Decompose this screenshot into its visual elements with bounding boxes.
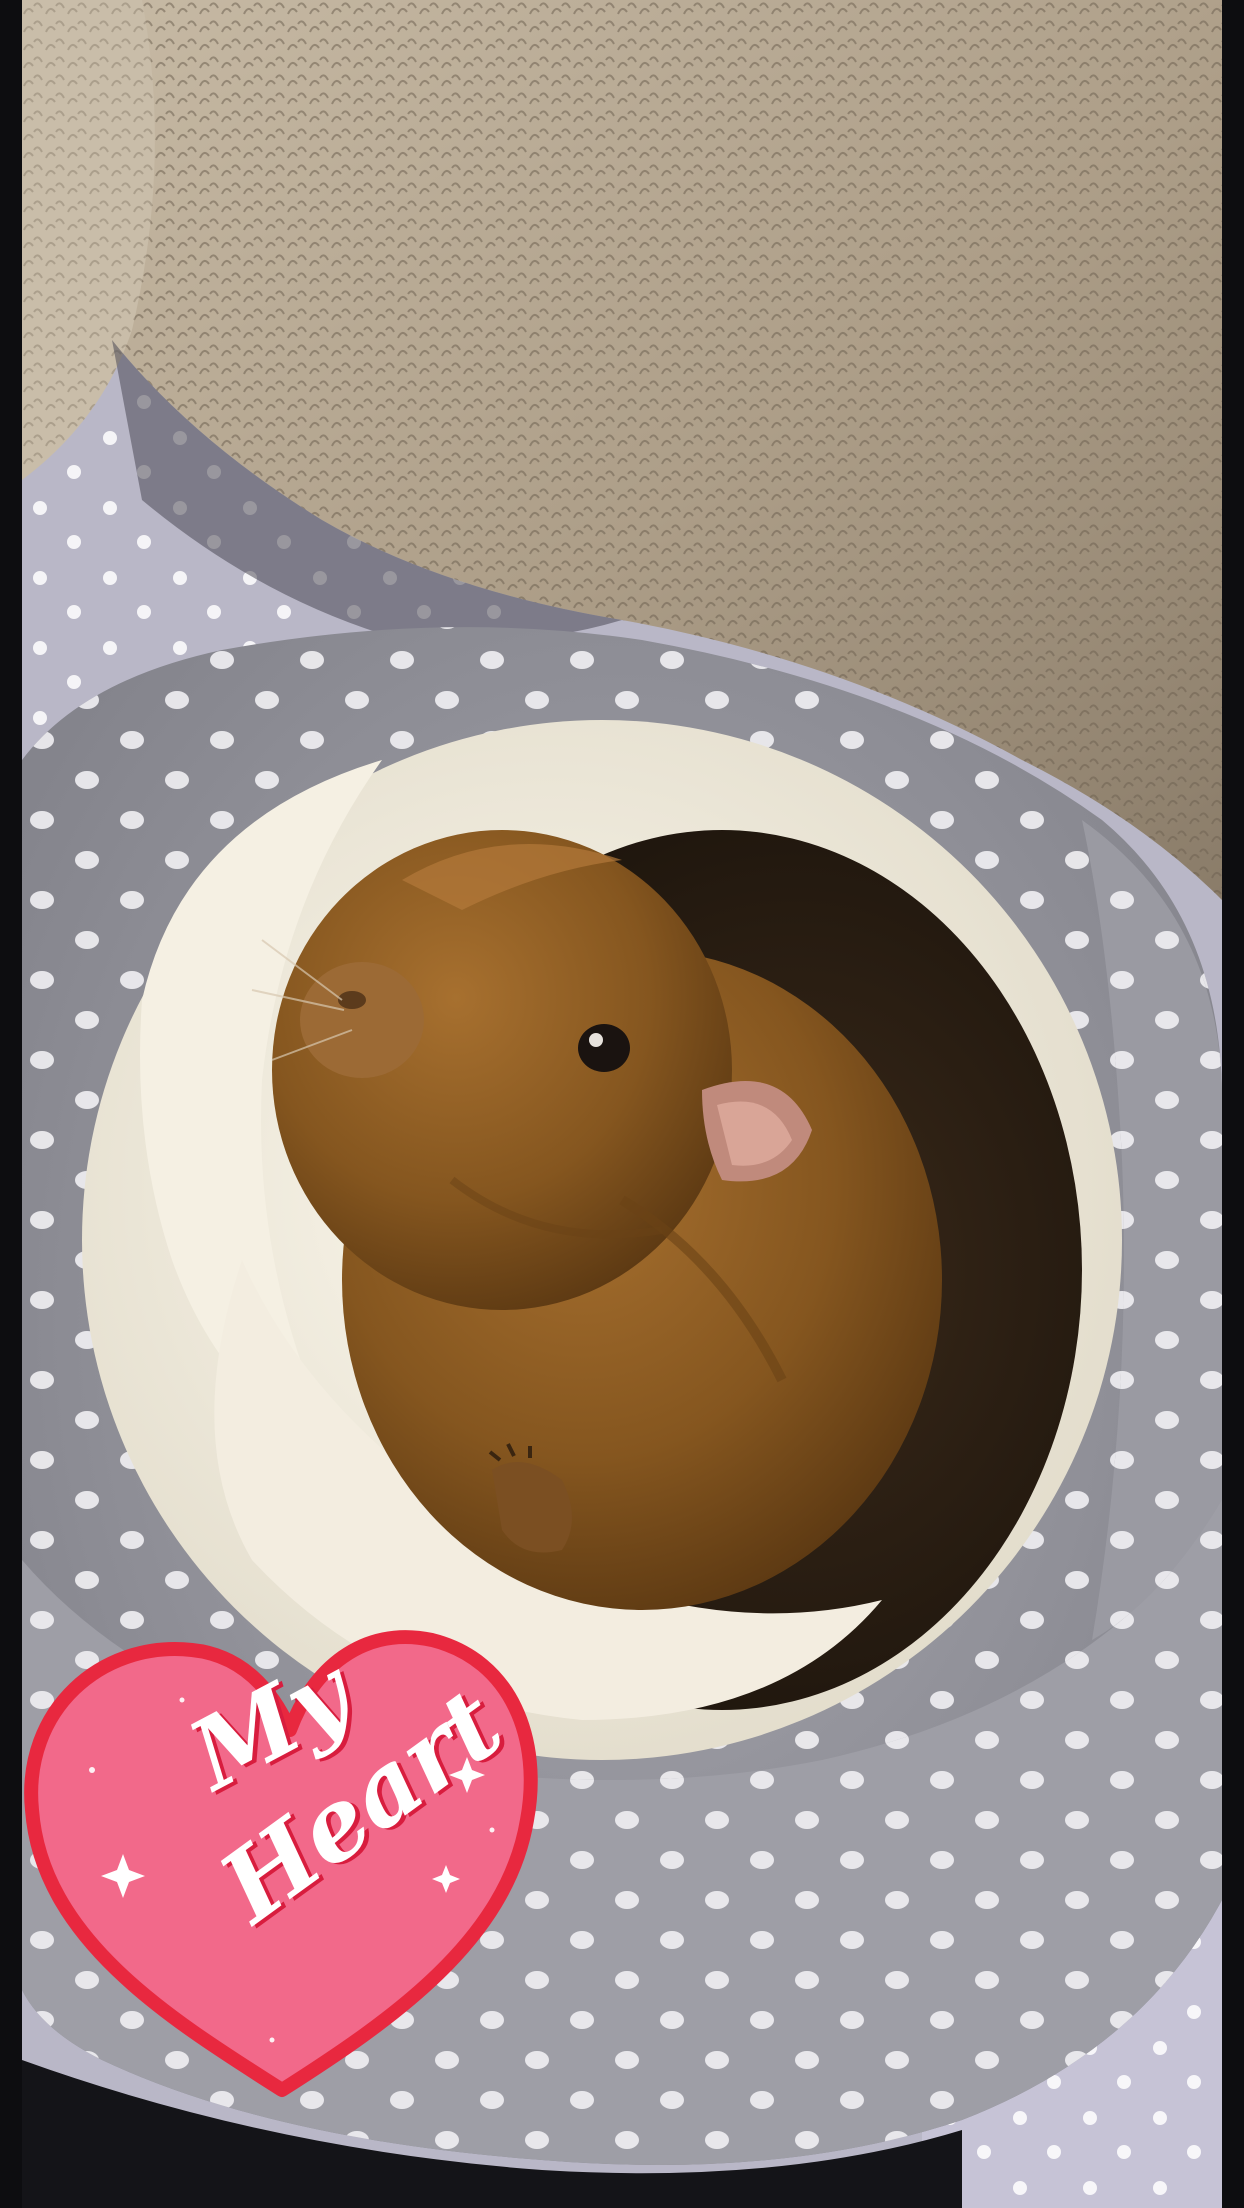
eye bbox=[578, 1024, 630, 1072]
my-heart-sticker: My Heart bbox=[22, 1620, 542, 2100]
